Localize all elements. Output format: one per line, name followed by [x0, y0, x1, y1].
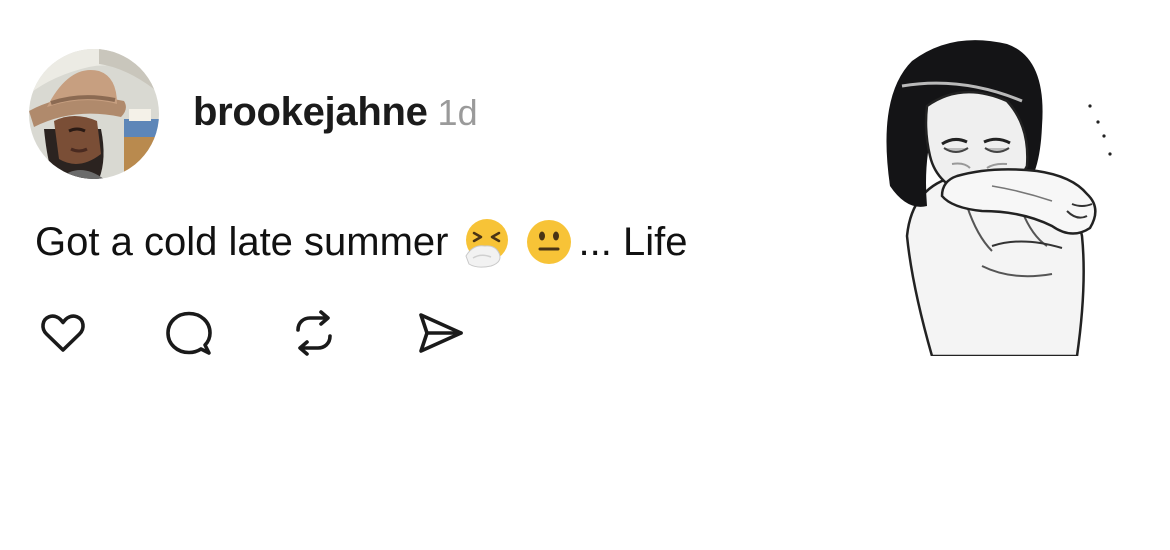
repost-button[interactable] — [287, 306, 341, 360]
sneezing-girl-sticker[interactable] — [872, 36, 1122, 356]
sneezing-girl-illustration — [886, 40, 1112, 356]
post-text-main: Got a cold late summer — [35, 220, 449, 264]
post-text-tail: ... Life — [578, 220, 688, 264]
speech-bubble-icon — [166, 311, 212, 355]
sneezing-face-emoji — [461, 216, 513, 268]
share-button[interactable] — [413, 306, 467, 360]
comment-button[interactable] — [162, 306, 216, 360]
username[interactable]: brookejahne — [193, 90, 428, 135]
post-header: brookejahne 1d — [193, 90, 478, 140]
repost-arrows-icon — [296, 310, 332, 356]
avatar-photo — [29, 49, 159, 179]
like-button[interactable] — [36, 306, 90, 360]
neutral-face-emoji — [523, 216, 575, 268]
heart-icon — [41, 314, 85, 352]
paper-plane-icon — [419, 313, 463, 353]
timestamp[interactable]: 1d — [438, 92, 478, 134]
thread-post: brookejahne 1d Got a cold late summer ..… — [0, 0, 1170, 550]
post-text: Got a cold late summer ... Life — [35, 214, 687, 270]
avatar[interactable] — [29, 49, 159, 179]
